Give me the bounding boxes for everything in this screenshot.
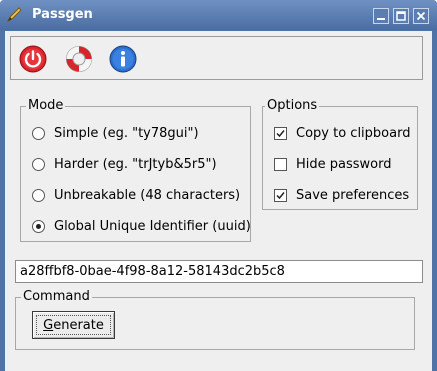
generate-button[interactable]: Generate: [32, 311, 115, 339]
checkmark-icon: [276, 191, 285, 199]
lifebuoy-icon[interactable]: [64, 44, 94, 74]
option-copy-to-clipboard[interactable]: Copy to clipboard: [274, 124, 410, 142]
title-bar[interactable]: Passgen: [0, 0, 437, 30]
toolbar: [10, 36, 423, 80]
window-title: Passgen: [32, 7, 93, 22]
maximize-icon: [396, 11, 406, 21]
client-area: Mode Simple (eg. "ty78gui") Harder (eg. …: [5, 31, 432, 371]
option-hide-password[interactable]: Hide password: [274, 155, 392, 173]
password-output-field[interactable]: a28ffbf8-0bae-4f98-8a12-58143dc2b5c8: [15, 260, 423, 283]
focus-ring: [36, 315, 111, 335]
mode-radio-harder[interactable]: [32, 157, 45, 171]
pen-icon: [6, 7, 22, 23]
command-frame-label: Command: [21, 289, 92, 305]
hide-password-checkbox[interactable]: [274, 157, 287, 171]
option-label: Save preferences: [296, 187, 410, 203]
close-button[interactable]: [413, 8, 429, 24]
close-icon: [416, 11, 426, 21]
mode-option-uuid[interactable]: Global Unique Identifier (uuid): [32, 217, 251, 235]
maximize-button[interactable]: [393, 8, 409, 24]
passgen-window: Passgen Mode Simple (eg. "ty78gui") Hard…: [0, 0, 437, 371]
minimize-button[interactable]: [373, 8, 389, 24]
save-preferences-checkbox[interactable]: [274, 188, 287, 202]
mode-radio-simple[interactable]: [32, 126, 45, 140]
info-icon[interactable]: [108, 44, 138, 74]
mode-option-label: Harder (eg. "trJtyb&5r5"): [54, 156, 217, 172]
mode-option-harder[interactable]: Harder (eg. "trJtyb&5r5"): [32, 155, 217, 173]
checkmark-icon: [276, 129, 285, 137]
option-save-preferences[interactable]: Save preferences: [274, 186, 409, 204]
mode-radio-unbreakable[interactable]: [32, 188, 45, 202]
minimize-icon: [377, 18, 385, 20]
mode-option-unbreakable[interactable]: Unbreakable (48 characters): [32, 186, 240, 204]
copy-to-clipboard-checkbox[interactable]: [274, 126, 287, 140]
mode-option-label: Global Unique Identifier (uuid): [54, 218, 251, 234]
mode-option-simple[interactable]: Simple (eg. "ty78gui"): [32, 124, 199, 142]
options-frame: Options Copy to clipboard Hide password: [262, 98, 418, 210]
mode-frame: Mode Simple (eg. "ty78gui") Harder (eg. …: [20, 98, 251, 242]
mode-frame-label: Mode: [26, 98, 66, 114]
power-icon[interactable]: [18, 44, 48, 74]
mode-option-label: Simple (eg. "ty78gui"): [54, 125, 199, 141]
options-frame-label: Options: [265, 98, 320, 114]
option-label: Copy to clipboard: [296, 125, 411, 141]
mode-option-label: Unbreakable (48 characters): [54, 187, 241, 203]
option-label: Hide password: [296, 156, 392, 172]
mode-radio-uuid[interactable]: [32, 219, 45, 233]
